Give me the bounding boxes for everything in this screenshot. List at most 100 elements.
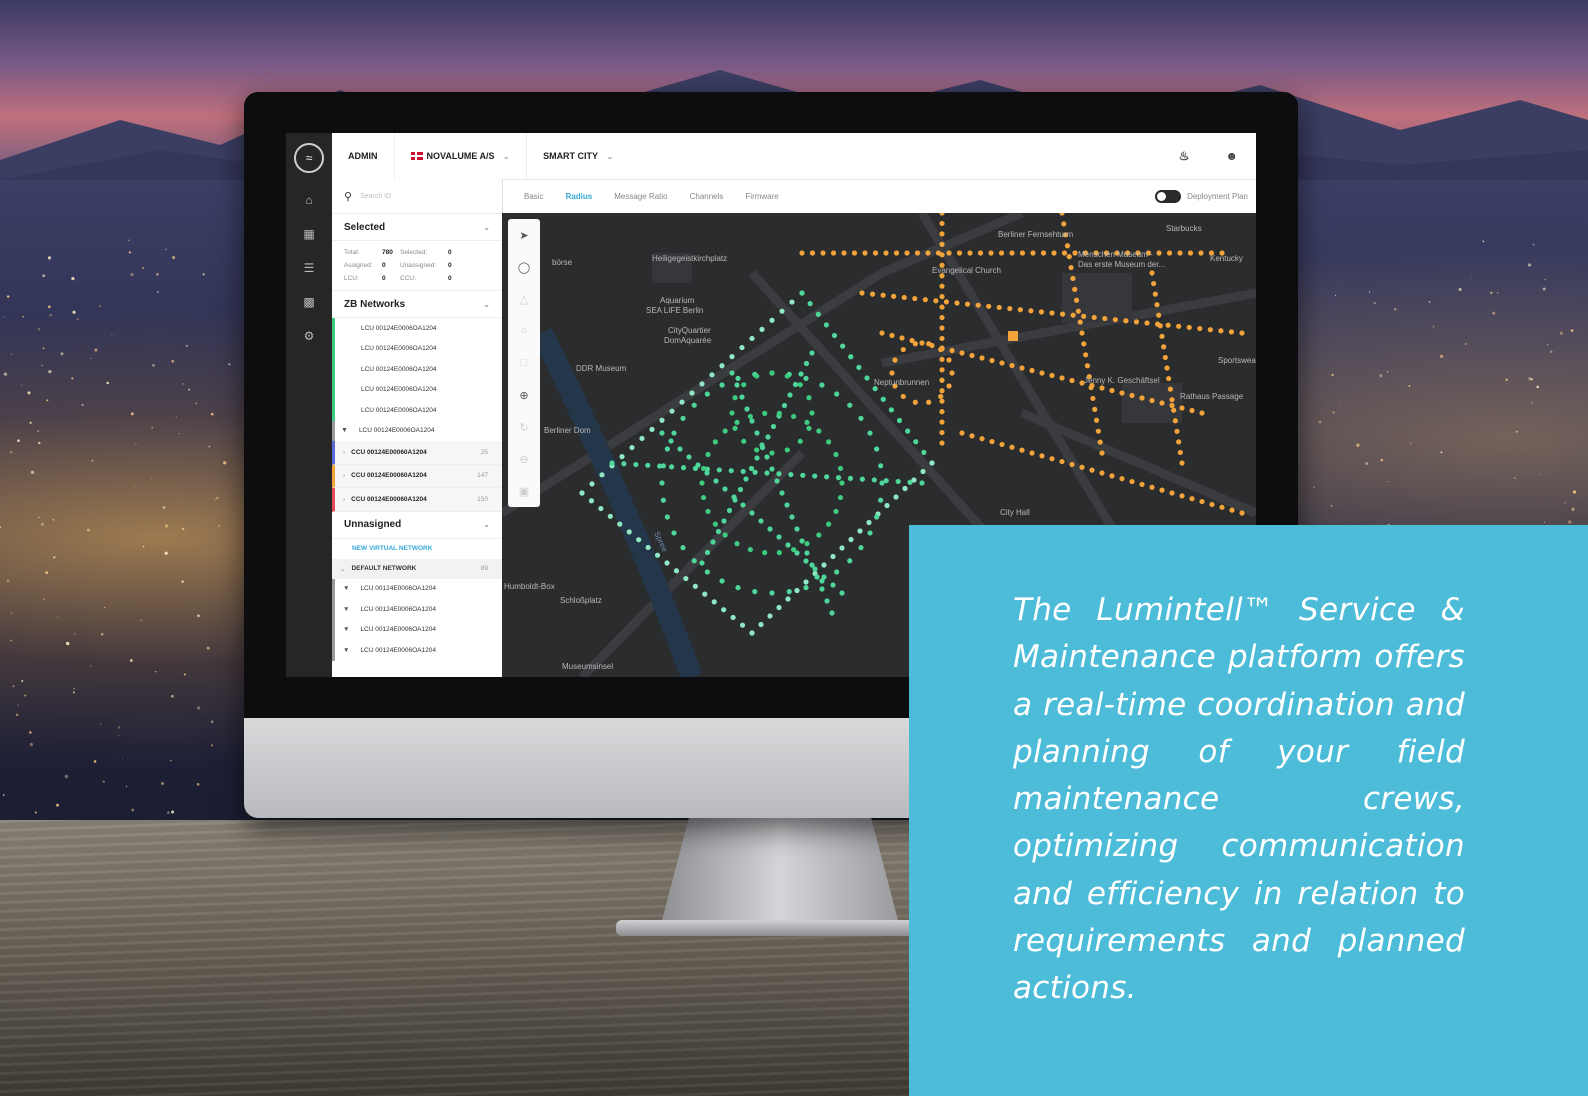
light-node[interactable] xyxy=(677,446,683,452)
light-node[interactable] xyxy=(833,508,839,515)
light-node[interactable] xyxy=(645,462,651,468)
light-node[interactable] xyxy=(830,250,837,256)
light-node[interactable] xyxy=(1218,328,1224,334)
light-node[interactable] xyxy=(598,505,604,512)
light-node[interactable] xyxy=(660,463,666,469)
light-node[interactable] xyxy=(1061,221,1067,227)
list-item[interactable]: LCU 00124E0006OA1204 xyxy=(332,318,502,339)
light-node[interactable] xyxy=(1092,406,1098,412)
light-node[interactable] xyxy=(851,250,858,256)
light-node[interactable] xyxy=(807,301,813,307)
light-node[interactable] xyxy=(880,292,886,298)
light-node[interactable] xyxy=(848,536,854,543)
light-node[interactable] xyxy=(929,460,935,466)
light-node[interactable] xyxy=(754,455,760,461)
light-node[interactable] xyxy=(819,586,825,592)
light-node[interactable] xyxy=(943,299,950,305)
light-node[interactable] xyxy=(691,558,697,564)
light-node[interactable] xyxy=(1073,297,1080,303)
tab-channels[interactable]: Channels xyxy=(690,192,724,201)
light-node[interactable] xyxy=(815,311,821,317)
light-node[interactable] xyxy=(871,477,877,483)
light-node[interactable] xyxy=(883,250,889,256)
refresh-icon[interactable]: ↻ xyxy=(508,411,540,443)
light-node[interactable] xyxy=(679,399,685,405)
light-node[interactable] xyxy=(599,472,605,478)
light-node[interactable] xyxy=(839,590,845,596)
light-node[interactable] xyxy=(799,538,805,544)
light-node[interactable] xyxy=(700,465,707,472)
light-node[interactable] xyxy=(988,250,994,256)
light-node[interactable] xyxy=(926,399,932,405)
light-node[interactable] xyxy=(824,474,830,480)
light-node[interactable] xyxy=(589,481,595,487)
settings-icon[interactable]: ⚙ xyxy=(304,329,315,343)
light-node[interactable] xyxy=(912,341,918,347)
light-node[interactable] xyxy=(1079,330,1085,336)
light-node[interactable] xyxy=(654,552,661,558)
light-node[interactable] xyxy=(899,335,905,341)
light-node[interactable] xyxy=(712,521,718,527)
light-node[interactable] xyxy=(939,335,945,342)
light-node[interactable] xyxy=(1172,418,1178,424)
light-node[interactable] xyxy=(1144,320,1150,326)
light-node[interactable] xyxy=(664,514,670,520)
light-node[interactable] xyxy=(752,589,758,595)
light-node[interactable] xyxy=(732,425,738,431)
light-node[interactable] xyxy=(1149,484,1155,490)
light-node[interactable] xyxy=(872,250,879,256)
light-node[interactable] xyxy=(719,382,725,388)
map-icon[interactable]: ▦ xyxy=(303,227,314,241)
light-node[interactable] xyxy=(893,494,899,500)
light-node[interactable] xyxy=(979,355,985,361)
light-node[interactable] xyxy=(888,407,894,413)
ccu-row[interactable]: › CCU 00124E00060A1204 147 xyxy=(332,464,502,488)
light-node[interactable] xyxy=(1007,305,1013,312)
light-node[interactable] xyxy=(826,439,832,445)
light-node[interactable] xyxy=(939,314,945,321)
light-node[interactable] xyxy=(939,241,945,247)
light-node[interactable] xyxy=(1177,449,1183,456)
light-node[interactable] xyxy=(799,290,805,296)
light-node[interactable] xyxy=(673,568,680,574)
light-node[interactable] xyxy=(1049,456,1055,462)
light-node[interactable] xyxy=(834,391,840,397)
light-node[interactable] xyxy=(588,498,595,504)
light-node[interactable] xyxy=(938,393,944,400)
light-node[interactable] xyxy=(1228,329,1235,335)
new-virtual-network-link[interactable]: NEW VIRTUAL NETWORK xyxy=(332,539,502,559)
light-node[interactable] xyxy=(1064,243,1071,249)
light-node[interactable] xyxy=(806,395,812,401)
light-node[interactable] xyxy=(1139,481,1145,488)
light-node[interactable] xyxy=(907,479,913,485)
light-node[interactable] xyxy=(699,560,705,566)
light-node[interactable] xyxy=(1009,444,1015,450)
light-node[interactable] xyxy=(804,550,810,556)
light-node[interactable] xyxy=(809,250,816,256)
light-node[interactable] xyxy=(1179,460,1185,466)
network-icon[interactable]: ▩ xyxy=(303,295,314,309)
light-node[interactable] xyxy=(1090,395,1096,402)
light-node[interactable] xyxy=(840,343,846,349)
light-node[interactable] xyxy=(664,560,670,566)
light-node[interactable] xyxy=(1077,319,1083,325)
light-node[interactable] xyxy=(730,614,736,621)
light-node[interactable] xyxy=(1102,315,1108,322)
light-node[interactable] xyxy=(939,304,945,310)
light-node[interactable] xyxy=(816,532,822,538)
light-node[interactable] xyxy=(1017,307,1023,313)
light-node[interactable] xyxy=(762,410,768,416)
light-node[interactable] xyxy=(866,519,872,526)
light-node[interactable] xyxy=(764,454,770,460)
light-node[interactable] xyxy=(939,388,945,394)
light-node[interactable] xyxy=(788,471,794,478)
light-node[interactable] xyxy=(1209,501,1215,508)
light-node[interactable] xyxy=(799,250,805,256)
light-node[interactable] xyxy=(692,583,698,589)
light-node[interactable] xyxy=(734,419,740,425)
light-node[interactable] xyxy=(847,475,854,481)
light-node[interactable] xyxy=(975,302,981,308)
light-node[interactable] xyxy=(1039,370,1045,376)
light-node[interactable] xyxy=(939,252,945,258)
light-node[interactable] xyxy=(1176,323,1182,329)
